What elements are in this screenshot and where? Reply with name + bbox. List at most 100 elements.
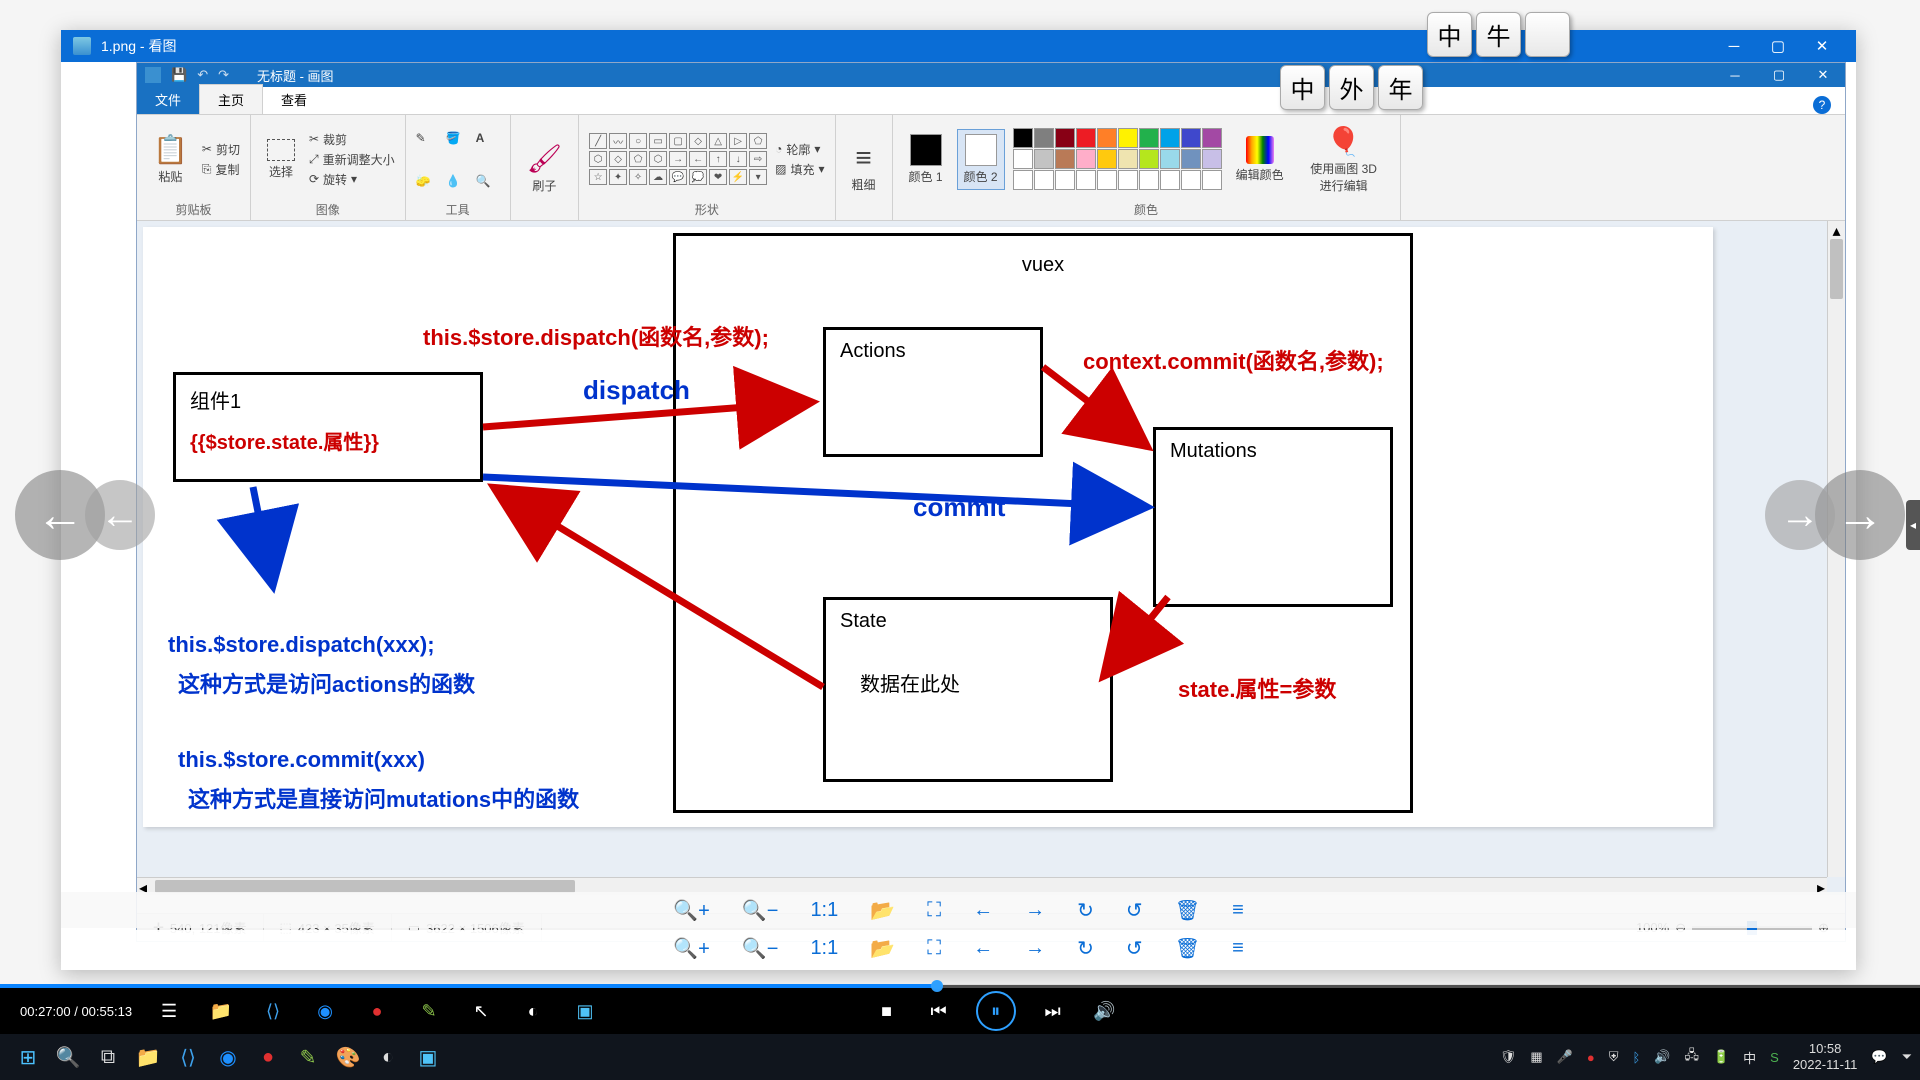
paint-close-button[interactable]: ✕ [1801,67,1845,83]
next-image-icon[interactable]: → [1025,899,1045,922]
notifications-icon[interactable]: 💬 [1871,1049,1887,1065]
zoom-in-icon[interactable]: 🔍+ [673,898,710,923]
delete-icon[interactable]: 🗑 [1175,936,1200,961]
shapes-gallery[interactable]: ╱〰○▭▢◇△▷⬠ ⬡◇⬠⬡→←↑↓⇨ ☆✦✧☁💬💭❤⚡▾ [589,133,767,185]
folder-icon[interactable]: 📁 [206,1001,236,1022]
next-image-icon[interactable]: → [1025,937,1045,960]
shape-outline-button[interactable]: ◔ 轮廓 ▾ [775,141,820,158]
taskbar-photos-icon[interactable]: ▣ [408,1037,448,1077]
actual-size-icon[interactable]: 1:1 [810,899,838,922]
tray-ime-zh-icon[interactable]: 中 [1743,1048,1756,1067]
open-folder-icon[interactable]: 📂 [870,936,895,961]
tray-network-icon[interactable]: 🖧 [1684,1046,1699,1068]
viewer-minimize-button[interactable]: ─ [1712,38,1756,55]
zoom-in-icon[interactable]: 🔍+ [673,936,710,961]
search-icon[interactable]: 🔍 [48,1037,88,1077]
viewer-maximize-button[interactable]: ▢ [1756,37,1800,55]
eraser-icon[interactable]: 🧽 [416,174,440,188]
color-palette[interactable] [1013,128,1222,190]
ime-candidate-tiles-2[interactable]: 中 外 年 [1280,65,1570,110]
next-track-button[interactable]: ⏭ [1038,1001,1068,1022]
fill-icon[interactable]: 🪣 [446,131,470,145]
system-tray[interactable]: 🛡 ▦ 🎤 ● ⛨ ᛒ 🔊 🖧 🔋 中 S 10:582022-11-11 💬 … [1500,1041,1912,1072]
brush-button[interactable]: 🖌刷子 [521,138,569,198]
rotate-ccw-icon[interactable]: ↺ [1126,936,1143,961]
tab-home[interactable]: 主页 [199,84,263,114]
notepadpp-icon[interactable]: ✎ [414,1001,444,1022]
tab-file[interactable]: 文件 [137,85,199,114]
taskbar-paint-icon[interactable]: 🎨 [328,1037,368,1077]
thickness-button[interactable]: ≡粗细 [846,138,882,197]
shape-fill-button[interactable]: ▨ 填充 ▾ [775,161,824,178]
tray-security-icon[interactable]: 🛡 [1500,1049,1517,1065]
redo-icon[interactable]: ↷ [218,67,229,83]
resize-button[interactable]: ⤢ 重新调整大小 [309,151,395,168]
pencil-icon[interactable]: ✎ [416,131,440,145]
prev-image-icon[interactable]: ← [973,899,993,922]
delete-icon[interactable]: 🗑 [1175,898,1200,923]
tray-defender-icon[interactable]: ⛨ [1609,1049,1619,1065]
eyedropper-icon[interactable]: 💧 [446,174,470,188]
taskbar-explorer-icon[interactable]: 📁 [128,1037,168,1077]
text-icon[interactable]: A [476,131,500,145]
zoom-out-icon[interactable]: 🔍− [742,898,779,923]
rotate-cw-icon[interactable]: ↻ [1077,936,1094,961]
vscode-icon[interactable]: ⟨⟩ [258,1001,288,1022]
windows-taskbar[interactable]: ⊞ 🔍 ⧉ 📁 ⟨⟩ ◉ ● ✎ 🎨 ◐ ▣ 🛡 ▦ 🎤 ● ⛨ ᛒ 🔊 🖧 🔋… [0,1034,1920,1080]
prev-image-icon[interactable]: ← [973,937,993,960]
zoom-out-icon[interactable]: 🔍− [742,936,779,961]
cut-button[interactable]: ✂ 剪切 [202,141,240,158]
volume-button[interactable]: 🔊 [1090,1001,1120,1022]
save-icon[interactable]: 💾 [171,67,187,83]
color2-button[interactable]: 颜色 2 [957,129,1005,190]
tray-bluetooth-icon[interactable]: ᛒ [1632,1050,1640,1065]
tray-mic-icon[interactable]: 🎤 [1557,1049,1573,1065]
inner-next-image-button[interactable]: → [1765,480,1835,550]
paint-canvas[interactable]: vuex 组件1 {{$store.state.属性}} Actions Mut… [143,227,1713,827]
taskbar-clock[interactable]: 10:582022-11-11 [1793,1041,1858,1072]
taskbar-bandicam-icon[interactable]: ● [248,1037,288,1077]
crop-button[interactable]: ✂ 裁剪 [309,131,347,148]
edit-colors-button[interactable]: 编辑颜色 [1230,132,1290,187]
prev-track-button[interactable]: ⏮ [924,1001,954,1022]
tray-sogou-icon[interactable]: S [1770,1050,1779,1065]
paint-titlebar[interactable]: 💾 ↶ ↷ 无标题 - 画图 ─ ▢ ✕ [137,63,1845,87]
paint3d-button[interactable]: 🎈使用画图 3D 进行编辑 [1298,121,1390,198]
ime-candidate-tiles[interactable]: 中 牛 [1427,12,1570,57]
select-button[interactable]: 选择 [261,135,301,184]
actual-size-icon[interactable]: 1:1 [810,937,838,960]
color1-button[interactable]: 颜色 1 [903,130,949,189]
fullscreen-icon[interactable]: ⛶ [927,937,941,960]
tray-grid-icon[interactable]: ▦ [1530,1049,1542,1065]
paint-maximize-button[interactable]: ▢ [1757,67,1801,83]
rotate-button[interactable]: ⟳ 旋转 ▾ [309,171,357,188]
record-icon[interactable]: ● [362,1001,392,1022]
rotate-ccw-icon[interactable]: ↺ [1126,898,1143,923]
viewer-side-handle[interactable]: ◂ [1906,500,1920,550]
viewer-inner-titlebar[interactable]: 1.png - 看图 ─ ▢ ✕ [61,30,1856,62]
fullscreen-icon[interactable]: ⛶ [927,899,941,922]
tray-record-icon[interactable]: ● [1587,1050,1595,1065]
tray-battery-icon[interactable]: 🔋 [1713,1049,1729,1065]
playlist-icon[interactable]: ☰ [154,1001,184,1022]
viewer-close-button[interactable]: ✕ [1800,37,1844,55]
play-pause-button[interactable]: ⏸ [976,991,1016,1031]
open-folder-icon[interactable]: 📂 [870,898,895,923]
magnifier-icon[interactable]: 🔍 [476,174,500,188]
inner-prev-image-button[interactable]: ← [85,480,155,550]
copy-button[interactable]: ⎘ 复制 [202,161,240,178]
more-icon[interactable]: ≡ [1232,937,1244,960]
rotate-cw-icon[interactable]: ↻ [1077,898,1094,923]
taskbar-vscode-icon[interactable]: ⟨⟩ [168,1037,208,1077]
taskbar-edge-icon[interactable]: ◉ [208,1037,248,1077]
paint-minimize-button[interactable]: ─ [1713,68,1757,83]
photos-icon[interactable]: ▣ [570,1001,600,1022]
tray-overflow-icon[interactable]: ⏷ [1902,1049,1912,1065]
paste-button[interactable]: 📋粘贴 [147,129,194,189]
start-button[interactable]: ⊞ [8,1037,48,1077]
more-icon[interactable]: ≡ [1232,899,1244,922]
tab-view[interactable]: 查看 [263,85,325,114]
edge-icon[interactable]: ◉ [310,1001,340,1022]
stop-button[interactable]: ■ [872,1001,902,1022]
tray-volume-icon[interactable]: 🔊 [1654,1049,1670,1065]
